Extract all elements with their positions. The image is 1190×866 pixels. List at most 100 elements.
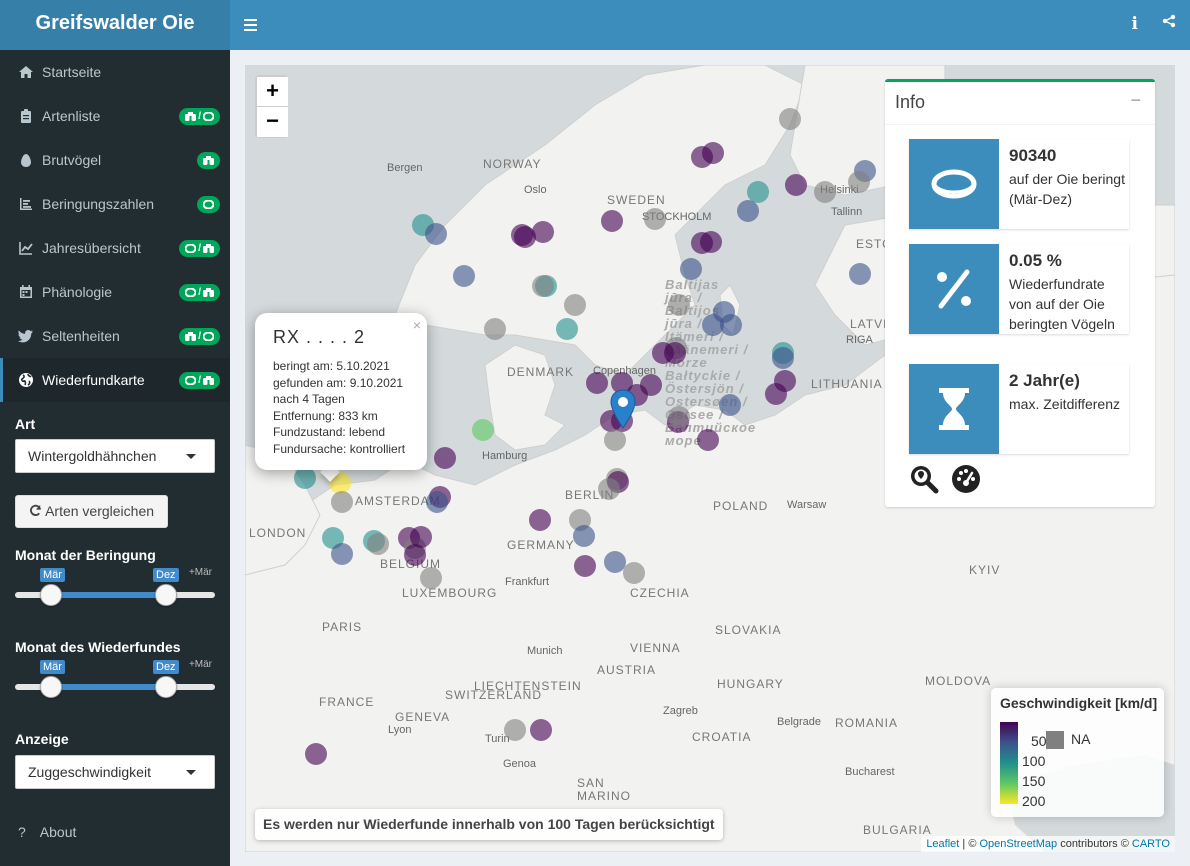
recovery-point[interactable] [294, 467, 316, 489]
recovery-point[interactable] [556, 318, 578, 340]
recovery-point[interactable] [425, 223, 447, 245]
recovery-point[interactable] [623, 562, 645, 584]
compare-species-button[interactable]: Arten vergleichen [15, 495, 168, 528]
recovery-point[interactable] [484, 318, 506, 340]
recovery-point[interactable] [691, 146, 713, 168]
app-title[interactable]: Greifswalder Oie [0, 0, 230, 50]
close-icon[interactable]: × [413, 317, 421, 333]
recovery-point[interactable] [747, 181, 769, 203]
popup-found-date: gefunden am: 9.10.2021 [273, 375, 404, 390]
recovery-map[interactable]: NORWAY SWEDEN Bergen Oslo STOCKHOLM Hels… [245, 65, 1175, 852]
recovery-point[interactable] [404, 544, 426, 566]
recovery-point[interactable] [529, 509, 551, 531]
recovery-point[interactable] [680, 258, 702, 280]
recovery-point[interactable] [331, 543, 353, 565]
binoculars-icon [185, 112, 197, 121]
recovery-point[interactable] [420, 567, 442, 589]
recovery-point[interactable] [772, 347, 794, 369]
zoom-out-button[interactable]: − [257, 107, 288, 137]
recovery-point[interactable] [530, 719, 552, 741]
recovery-point[interactable] [331, 491, 353, 513]
sidebar-item-about[interactable]: ? About [18, 824, 76, 840]
share-icon[interactable] [1162, 14, 1176, 28]
globe-icon [18, 372, 34, 388]
osm-link[interactable]: OpenStreetMap [979, 838, 1057, 850]
recovery-point[interactable] [668, 406, 690, 428]
binoculars-icon [203, 244, 214, 253]
info-panel: Info − 90340 auf der Oie beringt (Mär-De… [885, 79, 1155, 507]
recovery-point[interactable] [668, 294, 690, 316]
recovery-point[interactable] [453, 265, 475, 287]
slider-range [51, 592, 166, 598]
sidebar-item-label: Seltenheiten [42, 328, 120, 344]
zoom-in-button[interactable]: + [257, 77, 288, 107]
recovery-point[interactable] [737, 200, 759, 222]
sidebar-item-label: Jahresübersicht [42, 240, 141, 256]
leaflet-link[interactable]: Leaflet [926, 838, 959, 850]
hamburger-icon[interactable] [244, 14, 260, 36]
info-icon[interactable]: i [1132, 14, 1138, 34]
recovery-point[interactable] [664, 342, 686, 364]
slider-handle-from[interactable] [40, 584, 62, 606]
slider-handle-from[interactable] [40, 676, 62, 698]
recovery-point[interactable] [472, 419, 494, 441]
slider-handle-to[interactable] [155, 584, 177, 606]
recovery-point[interactable] [532, 275, 554, 297]
badge-ring-binoculars: / [179, 240, 220, 257]
sidebar-item-wiederfundkarte[interactable]: Wiederfundkarte / [0, 358, 230, 402]
recovery-point[interactable] [720, 314, 742, 336]
recovery-point[interactable] [305, 743, 327, 765]
recovery-month-slider[interactable]: Mär Dez +Mär [15, 659, 215, 698]
ring-icon [909, 139, 999, 229]
recovery-point[interactable] [848, 171, 870, 193]
sidebar-item-beringungszahlen[interactable]: Beringungszahlen [0, 182, 230, 226]
species-select[interactable]: Wintergoldhähnchen [15, 439, 215, 473]
home-icon [18, 64, 34, 80]
recovery-point[interactable] [697, 429, 719, 451]
recovery-point[interactable] [785, 174, 807, 196]
slider-handle-to[interactable] [155, 676, 177, 698]
recovery-point[interactable] [514, 226, 536, 248]
recovery-point[interactable] [604, 551, 626, 573]
tachometer-icon[interactable] [951, 464, 981, 494]
recovery-point[interactable] [700, 231, 722, 253]
recovery-point[interactable] [574, 555, 596, 577]
sidebar-item-seltenheiten[interactable]: Seltenheiten / [0, 314, 230, 358]
recovery-point[interactable] [573, 525, 595, 547]
recovery-point[interactable] [426, 491, 448, 513]
recovery-point[interactable] [504, 719, 526, 741]
station-marker-icon[interactable] [610, 389, 636, 429]
sidebar-item-brutvoegel[interactable]: Brutvögel [0, 138, 230, 182]
slider-to-tag: Dez [153, 660, 179, 674]
ringing-month-slider[interactable]: Mär Dez +Mär [15, 567, 215, 606]
recovery-point[interactable] [604, 429, 626, 451]
sidebar-item-artenliste[interactable]: Artenliste / [0, 94, 230, 138]
legend-na-label: NA [1071, 731, 1091, 747]
recovery-point[interactable] [814, 181, 836, 203]
recovery-point[interactable] [586, 372, 608, 394]
recovery-popup: × RX . . . . 2 beringt am: 5.10.2021 gef… [255, 313, 427, 470]
recovery-point[interactable] [434, 447, 456, 469]
sidebar-item-startseite[interactable]: Startseite [0, 50, 230, 94]
display-select[interactable]: Zuggeschwindigkeit [15, 755, 215, 789]
hourglass-icon [909, 364, 999, 454]
recovery-point[interactable] [765, 383, 787, 405]
recovery-point[interactable] [601, 210, 623, 232]
bar-chart-icon [18, 196, 34, 212]
recovery-point[interactable] [779, 108, 801, 130]
recovery-point[interactable] [644, 208, 666, 230]
recovery-point[interactable] [367, 533, 389, 555]
popup-ring-number: RX . . . . 2 [273, 327, 366, 347]
recovery-point[interactable] [719, 394, 741, 416]
sidebar-item-phaenologie[interactable]: Phänologie / [0, 270, 230, 314]
recovery-point[interactable] [849, 263, 871, 285]
legend-tick: 200 [1022, 793, 1046, 809]
sidebar-item-jahresuebersicht[interactable]: Jahresübersicht / [0, 226, 230, 270]
carto-link[interactable]: CARTO [1132, 838, 1170, 850]
search-location-icon[interactable] [909, 464, 939, 494]
recovery-point[interactable] [598, 478, 620, 500]
legend-title: Geschwindigkeit [km/d] [1000, 695, 1158, 711]
recovery-point[interactable] [564, 294, 586, 316]
stat-text: Wiederfundrate von auf der Oie beringten… [1009, 276, 1115, 332]
collapse-button[interactable]: − [1130, 90, 1141, 111]
